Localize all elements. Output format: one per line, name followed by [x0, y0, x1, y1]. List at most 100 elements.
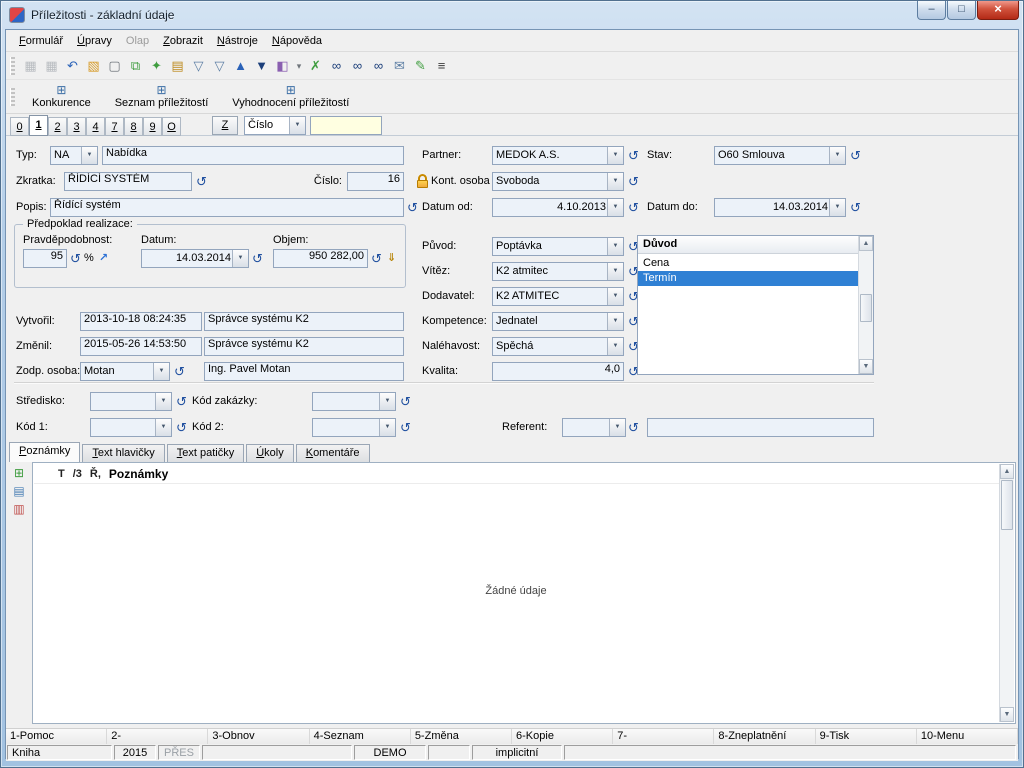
tab-ukoly[interactable]: Úkoly [246, 444, 294, 462]
nalehavost-combo[interactable]: Spěchá ▼ [492, 337, 624, 356]
open-folder-icon[interactable]: ▧ [83, 55, 104, 76]
menu-formular[interactable]: Formulář [12, 32, 70, 50]
format-icon[interactable]: ◧ [272, 55, 293, 76]
record-tab-9[interactable]: 9 [143, 117, 162, 136]
toolbar-grip[interactable] [10, 88, 15, 106]
revert-icon[interactable]: ↺ [848, 198, 863, 217]
konkurence-button[interactable]: ⊞ Konkurence [21, 81, 102, 112]
tab-text-paticky[interactable]: Text patičky [167, 444, 244, 462]
filter-icon[interactable]: ▽ [188, 55, 209, 76]
search-select-icon[interactable]: ∞ [368, 55, 389, 76]
chevron-down-icon[interactable]: ▼ [153, 363, 169, 380]
z-button[interactable]: Z [212, 116, 238, 135]
revert-icon[interactable]: ↺ [405, 198, 420, 217]
revert-icon[interactable]: ↺ [626, 418, 641, 437]
record-tab-1[interactable]: 1 [29, 115, 48, 136]
objem-field[interactable]: 950 282,00 [273, 249, 368, 268]
search-icon[interactable]: ∞ [326, 55, 347, 76]
menu-napoveda[interactable]: Nápověda [265, 32, 329, 50]
chevron-down-icon[interactable]: ▼ [607, 263, 623, 280]
record-tab-3[interactable]: 3 [67, 117, 86, 136]
toolbar-grip[interactable] [10, 57, 15, 75]
revert-icon[interactable]: ↺ [174, 392, 189, 411]
revert-icon[interactable]: ↺ [194, 172, 209, 191]
scrollbar-thumb[interactable] [860, 294, 872, 322]
revert-icon[interactable]: ↺ [172, 362, 187, 381]
tab-text-hlavicky[interactable]: Text hlavičky [82, 444, 164, 462]
chevron-down-icon[interactable]: ▼ [155, 393, 171, 410]
edit-note-icon[interactable]: ✎ [410, 55, 431, 76]
vitez-combo[interactable]: K2 atmitec ▼ [492, 262, 624, 281]
chevron-down-icon[interactable]: ▼ [607, 338, 623, 355]
zodp-osoba-name-field[interactable]: Ing. Pavel Motan [204, 362, 404, 381]
duvod-header[interactable]: Důvod [638, 236, 858, 254]
menu-nastroje[interactable]: Nástroje [210, 32, 265, 50]
popis-field[interactable]: Řídící systém [50, 198, 404, 217]
next-record-icon[interactable]: ▼ [251, 55, 272, 76]
list-icon[interactable]: ≡ [431, 55, 452, 76]
chevron-down-icon[interactable]: ▼ [609, 419, 625, 436]
record-tab-7[interactable]: 7 [105, 117, 124, 136]
datum-od-picker[interactable]: 4.10.2013 ▼ [492, 198, 624, 217]
fkey-5[interactable]: 5-Změna [411, 729, 512, 744]
revert-icon[interactable]: ↺ [174, 418, 189, 437]
puvod-combo[interactable]: Poptávka ▼ [492, 237, 624, 256]
scroll-up-icon[interactable]: ▲ [1000, 464, 1014, 479]
search-field-selector[interactable]: Číslo ▼ [244, 116, 306, 135]
chevron-down-icon[interactable]: ▼ [607, 173, 623, 190]
revert-icon[interactable]: ↺ [626, 172, 641, 191]
fkey-3[interactable]: 3-Obnov [208, 729, 309, 744]
kod-zakazky-combo[interactable]: ▼ [312, 392, 396, 411]
revert-icon[interactable]: ↺ [398, 418, 413, 437]
fkey-10[interactable]: 10-Menu [917, 729, 1018, 744]
fkey-9[interactable]: 9-Tisk [816, 729, 917, 744]
record-tab-0[interactable]: 0 [10, 117, 29, 136]
scroll-down-icon[interactable]: ▼ [859, 359, 873, 374]
chevron-down-icon[interactable]: ▼ [607, 147, 623, 164]
partner-combo[interactable]: MEDOK A.S. ▼ [492, 146, 624, 165]
tab-poznamky[interactable]: Poznámky [9, 442, 80, 462]
format-menu-arrow-icon[interactable]: ▾ [293, 55, 305, 76]
record-tab-o[interactable]: O [162, 117, 181, 136]
book-icon[interactable]: ▤ [167, 55, 188, 76]
scroll-down-icon[interactable]: ▼ [1000, 707, 1014, 722]
prev-record-icon[interactable]: ▲ [230, 55, 251, 76]
kod1-combo[interactable]: ▼ [90, 418, 172, 437]
search-next-icon[interactable]: ∞ [347, 55, 368, 76]
typ-combo[interactable]: NA ▼ [50, 146, 98, 165]
zodp-osoba-combo[interactable]: Motan ▼ [80, 362, 170, 381]
export-icon[interactable]: ✗ [305, 55, 326, 76]
insert-note-icon[interactable]: ⊞ [10, 465, 28, 482]
currency-tool-icon[interactable]: ⇓ [384, 249, 399, 268]
stredisko-combo[interactable]: ▼ [90, 392, 172, 411]
kompetence-combo[interactable]: Jednatel ▼ [492, 312, 624, 331]
scroll-up-icon[interactable]: ▲ [859, 236, 873, 251]
referent-name-field[interactable] [647, 418, 874, 437]
dodavatel-combo[interactable]: K2 ATMITEC ▼ [492, 287, 624, 306]
revert-icon[interactable]: ↺ [848, 146, 863, 165]
fkey-7[interactable]: 7- [613, 729, 714, 744]
chevron-down-icon[interactable]: ▼ [607, 288, 623, 305]
zkratka-field[interactable]: ŘÍDÍCÍ SYSTÉM [64, 172, 192, 191]
typ-name-field[interactable]: Nabídka [102, 146, 404, 165]
datum-do-picker[interactable]: 14.03.2014 ▼ [714, 198, 846, 217]
kvalita-field[interactable]: 4,0 [492, 362, 624, 381]
chevron-down-icon[interactable]: ▼ [829, 199, 845, 216]
chevron-down-icon[interactable]: ▼ [607, 199, 623, 216]
chevron-down-icon[interactable]: ▼ [232, 250, 248, 267]
lock-record-icon[interactable]: ✦ [146, 55, 167, 76]
pravdepodobnost-field[interactable]: 95 [23, 249, 67, 268]
chevron-down-icon[interactable]: ▼ [81, 147, 97, 164]
vyhodnoceni-prilezitosti-button[interactable]: ⊞ Vyhodnocení příležitostí [221, 81, 360, 112]
copy-record-icon[interactable]: ⧉ [125, 55, 146, 76]
record-tab-8[interactable]: 8 [124, 117, 143, 136]
quick-search-input[interactable] [310, 116, 382, 135]
chevron-down-icon[interactable]: ▼ [379, 393, 395, 410]
chevron-down-icon[interactable]: ▼ [607, 238, 623, 255]
note-text-icon[interactable]: ▤ [10, 483, 28, 500]
notes-scrollbar[interactable]: ▲ ▼ [999, 464, 1014, 722]
chevron-down-icon[interactable]: ▼ [379, 419, 395, 436]
chevron-down-icon[interactable]: ▼ [829, 147, 845, 164]
tab-komentare[interactable]: Komentáře [296, 444, 370, 462]
kont-osoba-combo[interactable]: Svoboda ▼ [492, 172, 624, 191]
